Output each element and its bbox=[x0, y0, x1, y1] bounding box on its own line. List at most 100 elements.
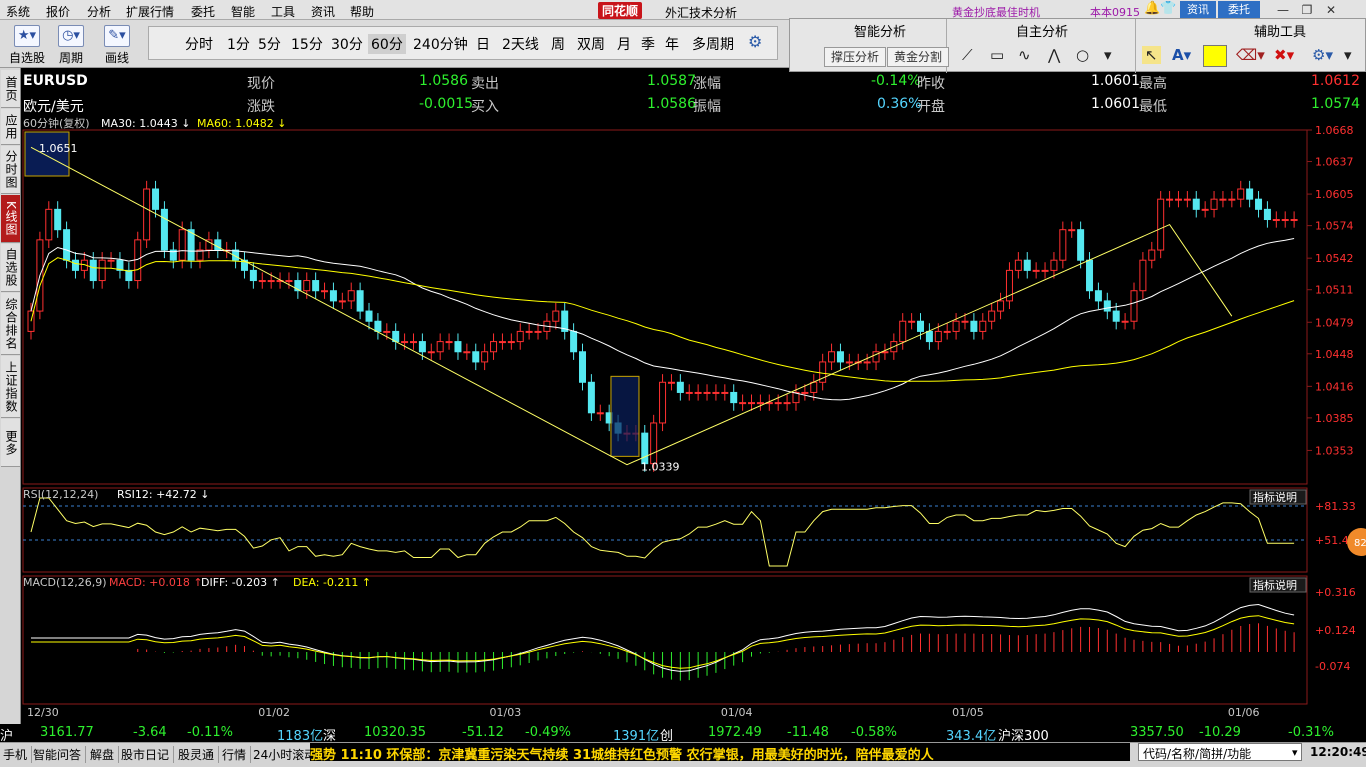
chevron-down-icon[interactable]: ▾ bbox=[1344, 46, 1352, 64]
line-tool-icon[interactable]: ⟋ bbox=[962, 46, 973, 64]
delete-icon[interactable]: ✖▾ bbox=[1274, 46, 1294, 64]
candle bbox=[917, 320, 925, 332]
period-multi[interactable]: 多周期 bbox=[692, 34, 734, 54]
candle bbox=[1166, 198, 1174, 201]
period-15min[interactable]: 15分 bbox=[291, 34, 323, 54]
support-resistance-button[interactable]: 撑压分析 bbox=[824, 47, 887, 67]
menu-bar: 系统 报价 分析 扩展行情 委托 智能 工具 资讯 帮助 同花顺 外汇技术分析 … bbox=[0, 0, 1366, 20]
tab-ranking[interactable]: 综合排名 bbox=[1, 293, 20, 355]
candle bbox=[1290, 219, 1298, 222]
more-icon[interactable]: ▾ bbox=[1104, 46, 1112, 64]
candle bbox=[570, 330, 578, 353]
tab-apps[interactable]: 应用 bbox=[1, 109, 20, 145]
candle bbox=[1210, 198, 1218, 210]
candle bbox=[578, 351, 586, 383]
entrust-dropdown[interactable]: 委托 bbox=[1218, 1, 1260, 18]
menu-analysis[interactable]: 分析 bbox=[87, 3, 111, 20]
chart-area[interactable]: 1.0668 1.0637 1.0605 1.0574 1.0542 1.0511 1.04… bbox=[21, 116, 1366, 724]
macd-legend: DIFF: -0.203 ↑ bbox=[201, 576, 280, 589]
zigzag-tool-icon[interactable]: ⋀ bbox=[1048, 46, 1060, 64]
circle-tool-icon[interactable]: ○ bbox=[1076, 46, 1089, 64]
bell-icon[interactable]: 🔔 bbox=[1144, 1, 1160, 16]
candle bbox=[436, 341, 444, 353]
minimize-button[interactable]: — bbox=[1272, 2, 1294, 18]
maximize-button[interactable]: ❐ bbox=[1296, 2, 1318, 18]
candle bbox=[774, 402, 782, 405]
period-day[interactable]: 日 bbox=[476, 34, 490, 54]
eraser-icon[interactable]: ⌫▾ bbox=[1236, 46, 1265, 64]
period-30min[interactable]: 30分 bbox=[331, 34, 363, 54]
shirt-icon[interactable]: 👕 bbox=[1160, 1, 1176, 16]
tab-watchlist[interactable]: 自选股 bbox=[1, 244, 20, 292]
chevron-down-icon[interactable]: ▾ bbox=[1292, 746, 1298, 759]
menu-tools[interactable]: 工具 bbox=[271, 3, 295, 20]
period-2day[interactable]: 2天线 bbox=[502, 34, 539, 54]
smart-analysis-header: 智能分析 bbox=[854, 25, 907, 40]
candle bbox=[187, 229, 195, 261]
candle bbox=[899, 320, 907, 343]
stock-genie-button[interactable]: 股灵通 bbox=[178, 746, 220, 763]
candle bbox=[1237, 188, 1245, 200]
candle bbox=[934, 330, 942, 343]
period-60min[interactable]: 60分 bbox=[368, 34, 406, 54]
quote-value: 1.0601 bbox=[1091, 96, 1140, 112]
favorites-tool[interactable]: ★▾ 自选股 bbox=[8, 23, 46, 65]
period-2week[interactable]: 双周 bbox=[577, 34, 605, 54]
period-timeshare[interactable]: 分时 bbox=[185, 34, 213, 54]
menu-system[interactable]: 系统 bbox=[6, 3, 30, 20]
legend-entry: MA30: 1.0443 ↓ bbox=[101, 117, 190, 130]
y-tick-label: 1.0668 bbox=[1315, 124, 1354, 137]
aux-tools-header: 辅助工具 bbox=[1254, 25, 1307, 40]
rect-tool-icon[interactable]: ▭ bbox=[990, 46, 1004, 64]
cursor-icon[interactable]: ↖ bbox=[1142, 46, 1161, 64]
menu-quote[interactable]: 报价 bbox=[46, 3, 70, 20]
news-ticker[interactable]: 强势 11:10 环保部：京津冀重污染天气持续 31城维持红色预警 农行掌银，用… bbox=[310, 743, 1130, 761]
candle bbox=[427, 351, 435, 354]
tab-timeshare[interactable]: 分时图 bbox=[1, 146, 20, 194]
index-value: 10320.35 bbox=[364, 725, 427, 740]
menu-extended-quote[interactable]: 扩展行情 bbox=[126, 3, 174, 20]
news-24h-button[interactable]: 24小时滚动 bbox=[253, 746, 316, 763]
ma60-line bbox=[30, 257, 1295, 382]
kline-chart-svg[interactable]: 1.0668 1.0637 1.0605 1.0574 1.0542 1.0511 1.04… bbox=[21, 116, 1366, 724]
gear-icon[interactable]: ⚙ bbox=[748, 32, 762, 51]
tab-kline[interactable]: K线图 bbox=[1, 195, 20, 243]
news-button[interactable]: 资讯 bbox=[1180, 1, 1216, 18]
period-month[interactable]: 月 bbox=[617, 34, 631, 54]
period-week[interactable]: 周 bbox=[551, 34, 565, 54]
golden-section-button[interactable]: 黄金分割 bbox=[887, 47, 950, 67]
quote-header: EURUSD 欧元/美元 现价 1.0586 卖出 1.0587 涨幅 -0.1… bbox=[21, 70, 1366, 116]
wave-tool-icon[interactable]: ∿ bbox=[1018, 46, 1031, 64]
tab-more[interactable]: 更多 bbox=[1, 419, 20, 467]
tab-home[interactable]: 首页 bbox=[1, 70, 20, 108]
mobile-button[interactable]: 手机 bbox=[3, 746, 33, 763]
menu-news[interactable]: 资讯 bbox=[311, 3, 335, 20]
candle bbox=[321, 290, 329, 293]
color-icon[interactable] bbox=[1203, 45, 1227, 67]
candle bbox=[1192, 198, 1200, 210]
period-5min[interactable]: 5分 bbox=[258, 34, 281, 54]
menu-smart[interactable]: 智能 bbox=[231, 3, 255, 20]
period-tool[interactable]: ◷▾ 周期 bbox=[52, 23, 90, 65]
quotes-button[interactable]: 行情 bbox=[222, 746, 252, 763]
period-season[interactable]: 季 bbox=[641, 34, 655, 54]
tab-shanghai-index[interactable]: 上证指数 bbox=[1, 356, 20, 418]
search-input[interactable]: 代码/名称/简拼/功能 bbox=[1138, 743, 1302, 761]
market-talk-button[interactable]: 解盘 bbox=[90, 746, 120, 763]
panel-frame bbox=[22, 575, 1308, 705]
menu-help[interactable]: 帮助 bbox=[350, 3, 374, 20]
period-240min[interactable]: 240分钟 bbox=[413, 34, 468, 54]
quote-label: 最低 bbox=[1139, 99, 1167, 115]
candle bbox=[1139, 259, 1147, 292]
clock: 12:20:49 bbox=[1310, 745, 1366, 759]
diary-button[interactable]: 股市日记 bbox=[121, 746, 175, 763]
menu-entrust[interactable]: 委托 bbox=[191, 3, 215, 20]
drawing-tool[interactable]: ✎▾ 画线 bbox=[98, 23, 136, 65]
period-year[interactable]: 年 bbox=[665, 34, 679, 54]
close-button[interactable]: ✕ bbox=[1320, 2, 1342, 18]
period-1min[interactable]: 1分 bbox=[227, 34, 250, 54]
text-tool-icon[interactable]: A▾ bbox=[1172, 46, 1191, 64]
smart-qa-button[interactable]: 智能问答 bbox=[33, 746, 87, 763]
gear-icon[interactable]: ⚙▾ bbox=[1312, 46, 1333, 64]
candle bbox=[445, 341, 453, 344]
